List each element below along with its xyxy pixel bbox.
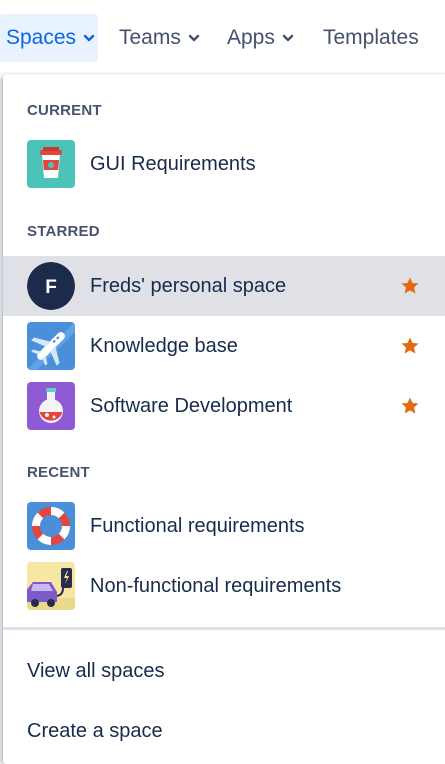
space-item-gui-requirements[interactable]: GUI Requirements	[3, 134, 445, 194]
top-navigation: Spaces Teams Apps Templates	[0, 0, 445, 78]
space-item-label: GUI Requirements	[90, 152, 256, 175]
space-item-freds-personal-space[interactable]: F Freds' personal space	[3, 256, 445, 316]
lifebuoy-icon	[27, 502, 75, 550]
section-heading-starred: STARRED	[27, 223, 100, 240]
electric-car-icon	[27, 562, 75, 610]
view-all-spaces-link[interactable]: View all spaces	[27, 660, 164, 683]
chevron-down-icon	[82, 31, 96, 45]
space-item-label: Knowledge base	[90, 334, 238, 357]
space-item-label: Freds' personal space	[90, 274, 287, 297]
star-icon[interactable]	[400, 396, 420, 416]
spaces-dropdown-menu: CURRENT GUI Requirements STARRED F Freds…	[3, 74, 445, 764]
nav-spaces-button[interactable]: Spaces	[0, 14, 98, 62]
menu-divider	[3, 627, 445, 630]
nav-templates-label: Templates	[323, 26, 419, 49]
section-heading-recent: RECENT	[27, 464, 90, 481]
star-icon[interactable]	[400, 276, 420, 296]
space-item-software-development[interactable]: Software Development	[3, 376, 445, 436]
chevron-down-icon	[281, 31, 295, 45]
nav-apps-button[interactable]: Apps	[221, 14, 301, 62]
space-item-label: Software Development	[90, 394, 293, 417]
space-item-knowledge-base[interactable]: Knowledge base	[3, 316, 445, 376]
coffee-cup-icon	[27, 140, 75, 188]
space-item-label: Non-functional requirements	[90, 574, 342, 597]
section-heading-current: CURRENT	[27, 102, 102, 119]
space-item-functional-requirements[interactable]: Functional requirements	[3, 496, 445, 556]
star-icon[interactable]	[400, 336, 420, 356]
chevron-down-icon	[187, 31, 201, 45]
avatar: F	[27, 262, 75, 310]
airplane-icon	[27, 322, 75, 370]
space-item-label: Functional requirements	[90, 514, 305, 537]
nav-teams-label: Teams	[119, 26, 181, 49]
nav-teams-button[interactable]: Teams	[113, 14, 205, 62]
potion-flask-icon	[27, 382, 75, 430]
nav-apps-label: Apps	[227, 26, 275, 49]
avatar-initial: F	[45, 277, 57, 298]
space-item-non-functional-requirements[interactable]: Non-functional requirements	[3, 556, 445, 616]
nav-spaces-label: Spaces	[6, 26, 77, 49]
nav-templates-button[interactable]: Templates	[317, 14, 445, 62]
create-space-link[interactable]: Create a space	[27, 720, 163, 743]
